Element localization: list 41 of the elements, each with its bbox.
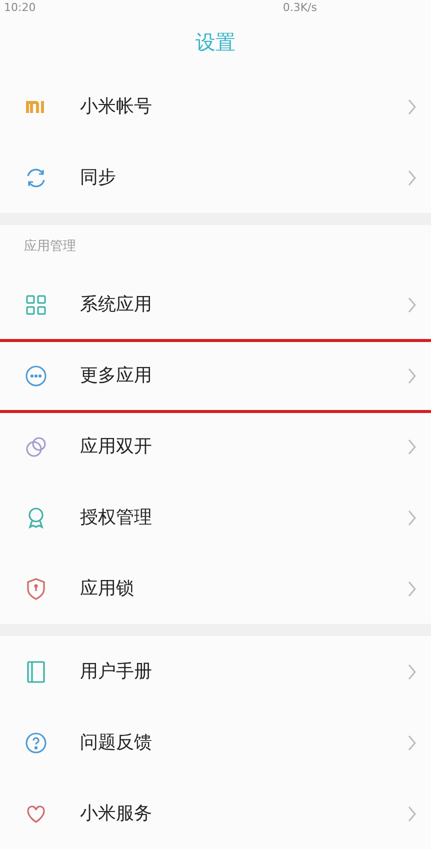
grid-icon — [24, 292, 48, 316]
logo-icon — [24, 98, 46, 114]
row-label: 用户手册 — [80, 660, 153, 684]
more-icon — [24, 364, 48, 388]
row-label: 授权管理 — [80, 506, 153, 530]
rings-icon — [24, 434, 48, 458]
chevron-icon — [407, 804, 417, 822]
book-icon — [24, 660, 48, 684]
section-header: 应用管理 — [24, 238, 76, 256]
chevron-icon — [407, 508, 417, 526]
row-label: 应用锁 — [80, 577, 135, 601]
chevron-icon — [407, 366, 417, 384]
chevron-icon — [407, 168, 417, 186]
chevron-icon — [407, 580, 417, 598]
row-label: 小米帐号 — [80, 95, 153, 119]
row-label: 更多应用 — [80, 364, 153, 388]
chevron-icon — [407, 734, 417, 752]
settings-row[interactable]: 小米帐号 — [0, 71, 431, 142]
settings-row[interactable]: 同步 — [0, 142, 431, 213]
settings-row[interactable]: 小米服务 — [0, 778, 431, 849]
page-title: 设置 — [196, 28, 236, 56]
row-label: 系统应用 — [80, 293, 153, 317]
row-label: 问题反馈 — [80, 731, 153, 755]
settings-row[interactable]: 应用锁 — [0, 553, 431, 624]
shield-icon — [24, 576, 48, 600]
chevron-icon — [407, 98, 417, 116]
settings-row[interactable]: 系统应用 — [0, 269, 431, 340]
status-time: 10:20 — [4, 2, 36, 13]
row-label: 应用双开 — [80, 435, 153, 459]
settings-row[interactable]: 更多应用 — [0, 340, 431, 411]
settings-row[interactable]: 用户手册 — [0, 636, 431, 707]
help-icon — [24, 730, 48, 754]
chevron-icon — [407, 438, 417, 456]
row-label: 同步 — [80, 166, 117, 190]
row-label: 小米服务 — [80, 802, 153, 826]
chevron-icon — [407, 296, 417, 314]
settings-row[interactable]: 授权管理 — [0, 482, 431, 553]
chevron-icon — [407, 662, 417, 680]
settings-row[interactable]: 问题反馈 — [0, 707, 431, 778]
network-speed: 0.3K/s — [282, 2, 317, 13]
settings-row[interactable]: 应用双开 — [0, 411, 431, 482]
